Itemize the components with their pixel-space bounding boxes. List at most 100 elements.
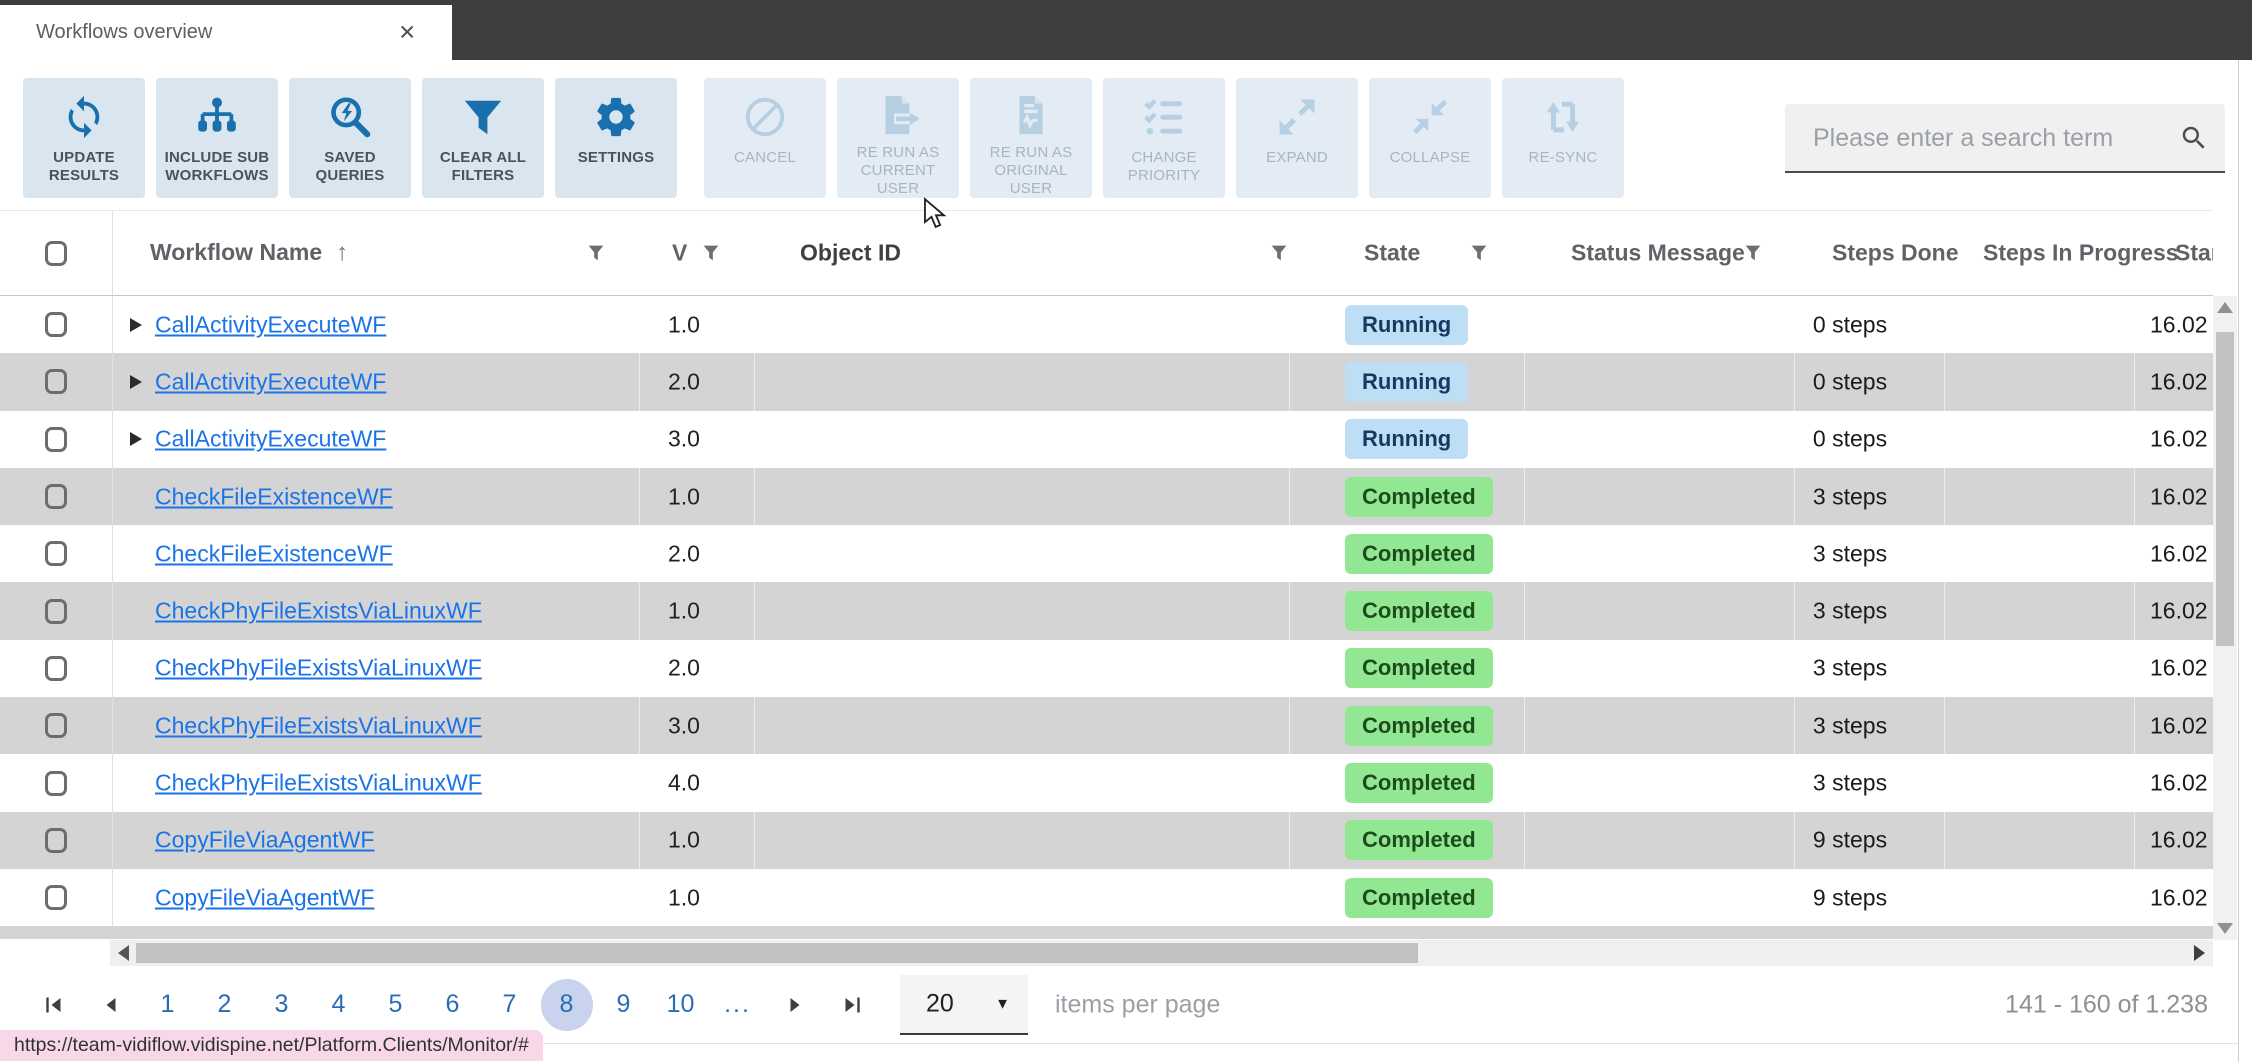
search-icon[interactable] — [2179, 123, 2209, 153]
table-vertical-scrollbar[interactable] — [2213, 296, 2237, 940]
row-checkbox[interactable] — [45, 713, 67, 739]
started-value-clipped: 16.02 — [2150, 311, 2208, 338]
tab-workflows-overview[interactable]: Workflows overview ✕ — [0, 5, 452, 60]
workflow-name-link[interactable]: CheckFileExistenceWF — [155, 483, 393, 510]
page-button-9[interactable]: 9 — [598, 979, 650, 1031]
filter-funnel-icon[interactable] — [1468, 242, 1490, 264]
state-badge: Running — [1345, 419, 1469, 460]
table-row: CheckPhyFileExistsViaLinuxWF 3.0 Completed… — [0, 697, 2213, 755]
toolbar-button-include-sub-workflows[interactable]: INCLUDE SUB WORKFLOWS — [156, 78, 278, 198]
row-expander-icon[interactable] — [130, 374, 142, 389]
steps-done-value: 3 steps — [1812, 654, 1888, 681]
toolbar-button-label: CLEAR ALL FILTERS — [439, 149, 527, 184]
toolbar-button-re-run-as-original-user: RE RUN AS ORIGINAL USER — [970, 78, 1092, 198]
toolbar-button-label: CHANGE PRIORITY — [1127, 149, 1201, 184]
row-checkbox-cell — [0, 525, 113, 583]
rerun-original-user-icon — [1008, 91, 1054, 138]
toolbar-button-change-priority: CHANGE PRIORITY — [1103, 78, 1225, 198]
row-checkbox[interactable] — [45, 369, 67, 395]
next-page-icon[interactable] — [783, 993, 807, 1017]
row-checkbox-cell — [0, 868, 113, 927]
workflow-name-link[interactable]: CheckPhyFileExistsViaLinuxWF — [155, 770, 482, 797]
toolbar-button-label: UPDATE RESULTS — [48, 149, 120, 184]
workflow-name-link[interactable]: CheckPhyFileExistsViaLinuxWF — [155, 598, 482, 625]
first-page-icon[interactable] — [42, 993, 66, 1017]
column-header-v[interactable]: V — [672, 240, 687, 267]
steps-done-value: 3 steps — [1812, 540, 1888, 567]
page-button-7[interactable]: 7 — [484, 979, 536, 1031]
row-checkbox-cell — [0, 353, 113, 411]
column-header-steps-done[interactable]: Steps Done — [1832, 240, 1959, 267]
scroll-left-arrow-icon[interactable] — [118, 945, 129, 961]
scroll-right-arrow-icon[interactable] — [2194, 945, 2205, 961]
vertical-scroll-thumb[interactable] — [2216, 332, 2234, 646]
workflow-name-link[interactable]: CallActivityExecuteWF — [155, 368, 386, 395]
table-horizontal-scrollbar[interactable] — [110, 940, 2213, 966]
workflow-name-link[interactable]: CheckPhyFileExistsViaLinuxWF — [155, 655, 482, 682]
workflow-name-link[interactable]: CopyFileViaAgentWF — [155, 884, 374, 911]
prev-page-icon[interactable] — [99, 993, 123, 1017]
page-button-10[interactable]: 10 — [655, 979, 707, 1031]
column-header-started[interactable]: Started — [2175, 240, 2213, 267]
workflow-name-link[interactable]: CallActivityExecuteWF — [155, 311, 386, 338]
filter-funnel-icon[interactable] — [700, 242, 722, 264]
state-badge: Completed — [1345, 763, 1493, 804]
settings-gear-icon — [593, 91, 639, 143]
search-input[interactable] — [1811, 104, 2155, 173]
toolbar-button-settings[interactable]: SETTINGS — [555, 78, 677, 198]
filter-funnel-icon[interactable] — [1268, 242, 1290, 264]
row-checkbox[interactable] — [45, 655, 67, 681]
workflow-version: 3.0 — [668, 425, 700, 452]
steps-done-value: 3 steps — [1812, 712, 1888, 739]
page-button-2[interactable]: 2 — [199, 979, 251, 1031]
row-expander-icon[interactable] — [130, 432, 142, 447]
toolbar-button-clear-all-filters[interactable]: CLEAR ALL FILTERS — [422, 78, 544, 198]
select-all-checkbox[interactable] — [45, 240, 67, 266]
filter-funnel-icon[interactable] — [585, 242, 607, 264]
column-header-steps-in-progress[interactable]: Steps In Progress — [1983, 240, 2179, 267]
column-header-status-message[interactable]: Status Message — [1571, 240, 1745, 267]
state-badge: Completed — [1345, 877, 1493, 918]
workflow-name-link[interactable]: CheckPhyFileExistsViaLinuxWF — [155, 712, 482, 739]
more-pages-button[interactable]: ... — [724, 990, 751, 1019]
workflow-name-link[interactable]: CheckFileExistenceWF — [155, 540, 393, 567]
horizontal-scroll-thumb[interactable] — [136, 943, 1418, 963]
row-checkbox[interactable] — [45, 827, 67, 853]
page-button-8[interactable]: 8 — [540, 978, 593, 1031]
workflow-name-link[interactable]: CallActivityExecuteWF — [155, 426, 386, 453]
toolbar-button-update-results[interactable]: UPDATE RESULTS — [23, 78, 145, 198]
page-button-4[interactable]: 4 — [313, 979, 365, 1031]
workflow-name-link[interactable]: CopyFileViaAgentWF — [155, 827, 374, 854]
page-button-5[interactable]: 5 — [370, 979, 422, 1031]
row-checkbox[interactable] — [45, 770, 67, 796]
row-checkbox[interactable] — [45, 541, 67, 567]
column-header-object-id[interactable]: Object ID — [800, 240, 901, 267]
row-checkbox[interactable] — [45, 426, 67, 452]
scroll-up-arrow-icon[interactable] — [2217, 302, 2233, 313]
row-checkbox[interactable] — [45, 598, 67, 624]
toolbar-button-saved-queries[interactable]: SAVED QUERIES — [289, 78, 411, 198]
items-per-page-select[interactable]: 20 ▼ — [900, 975, 1028, 1035]
row-expander-icon[interactable] — [130, 317, 142, 332]
table-row: CheckFileExistenceWF 2.0 Completed 3 steps 1… — [0, 525, 2213, 583]
result-range-label: 141 - 160 of 1.238 — [2005, 990, 2208, 1018]
started-value-clipped: 16.02 — [2150, 712, 2208, 739]
page-button-3[interactable]: 3 — [256, 979, 308, 1031]
scroll-down-arrow-icon[interactable] — [2217, 923, 2233, 934]
close-icon[interactable]: ✕ — [398, 20, 416, 45]
steps-done-value: 0 steps — [1812, 368, 1888, 395]
page-button-6[interactable]: 6 — [427, 979, 479, 1031]
row-checkbox[interactable] — [45, 885, 67, 911]
page-button-1[interactable]: 1 — [142, 979, 194, 1031]
toolbar-button-re-run-as-current-user: RE RUN AS CURRENT USER — [837, 78, 959, 198]
steps-done-value: 3 steps — [1812, 483, 1888, 510]
toolbar-button-re-sync: RE-SYNC — [1502, 78, 1624, 198]
row-checkbox[interactable] — [45, 312, 67, 338]
column-header-state[interactable]: State — [1364, 240, 1420, 267]
row-checkbox[interactable] — [45, 484, 67, 510]
workflow-version: 3.0 — [668, 712, 700, 739]
column-header-workflow-name[interactable]: Workflow Name ↑ — [150, 239, 348, 267]
table-row: CheckFileExistenceWF 1.0 Completed 3 steps 1… — [0, 467, 2213, 526]
filter-funnel-icon[interactable] — [1742, 242, 1764, 264]
last-page-icon[interactable] — [840, 993, 864, 1017]
